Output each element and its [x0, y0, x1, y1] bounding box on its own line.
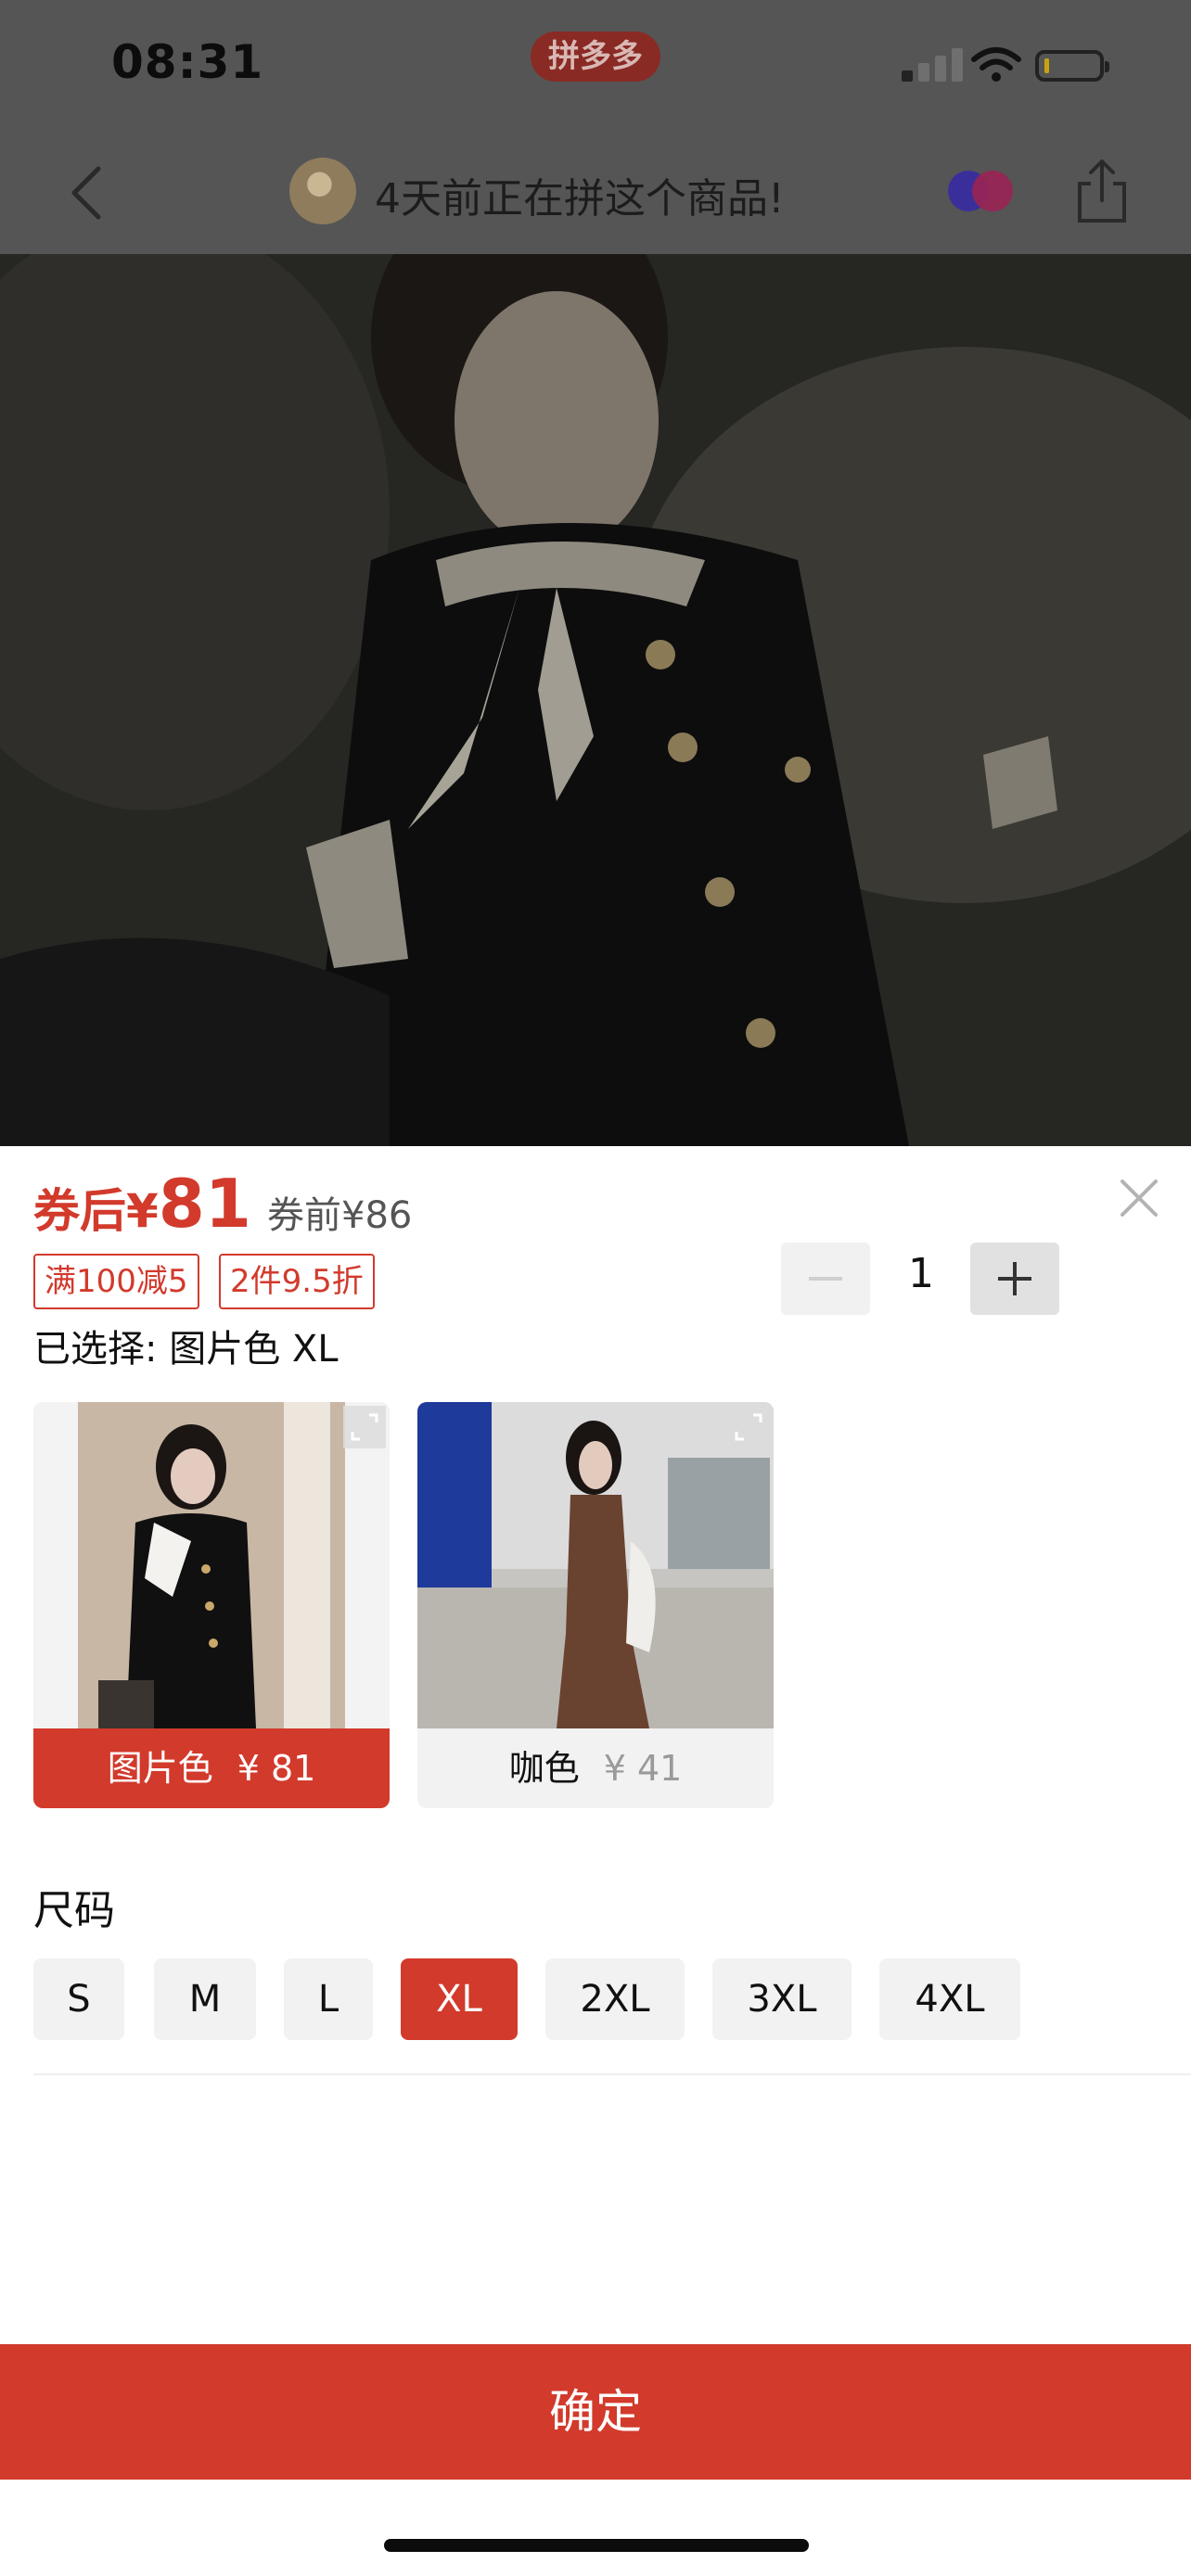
expand-icon[interactable] — [343, 1406, 386, 1448]
promo-tag: 2件9.5折 — [219, 1254, 375, 1309]
minus-icon — [809, 1277, 842, 1281]
variant-price: ¥ 41 — [603, 1748, 683, 1789]
variant-price: ¥ 81 — [237, 1748, 316, 1789]
sku-selector-sheet: 券后¥81 券前¥86 满100减5 2件9.5折 1 已选择: 图片色 XL — [0, 1146, 1191, 2576]
variant-thumbnail — [33, 1402, 390, 1728]
variant-name: 图片色 — [107, 1748, 213, 1789]
app-badge: 拼多多 — [531, 32, 660, 82]
status-bar: 08:31 拼多多 — [0, 0, 1191, 130]
status-time: 08:31 — [111, 35, 264, 89]
variant-label: 图片色 ¥ 81 — [33, 1728, 390, 1808]
size-option-2xl[interactable]: 2XL — [545, 1958, 685, 2040]
size-heading: 尺码 — [33, 1887, 115, 1934]
size-option-xl[interactable]: XL — [401, 1958, 518, 2040]
variant-option-picture-color[interactable]: 图片色 ¥ 81 — [33, 1402, 390, 1808]
wifi-icon — [971, 47, 1021, 82]
product-hero-image — [0, 254, 1191, 1146]
signal-bar — [935, 56, 946, 82]
share-icon[interactable] — [1072, 158, 1132, 224]
signal-bar — [952, 48, 963, 82]
promo-tag: 满100减5 — [33, 1254, 199, 1309]
confirm-button[interactable]: 确定 — [0, 2344, 1191, 2480]
page-title: 4天前正在拼这个商品! — [375, 175, 785, 223]
share-badge-icon[interactable] — [946, 165, 1015, 215]
nav-bar: 4天前正在拼这个商品! — [0, 130, 1191, 254]
battery-icon — [1035, 50, 1109, 82]
avatar — [289, 158, 356, 224]
price-prefix: 券后 — [33, 1184, 126, 1238]
signal-bar — [918, 63, 929, 82]
size-option-4xl[interactable]: 4XL — [879, 1958, 1020, 2040]
price-value: 81 — [158, 1165, 251, 1243]
home-indicator[interactable] — [384, 2539, 809, 2552]
size-option-3xl[interactable]: 3XL — [712, 1958, 852, 2040]
quantity-plus-button[interactable] — [970, 1243, 1059, 1315]
variant-name: 咖色 — [508, 1748, 580, 1789]
price-before-coupon: 券前¥86 — [267, 1194, 413, 1237]
expand-icon[interactable] — [727, 1406, 770, 1448]
variant-thumbnail — [417, 1402, 774, 1728]
signal-icon — [902, 70, 913, 82]
plus-icon — [998, 1262, 1031, 1295]
price-after-coupon: 券后¥81 — [33, 1165, 251, 1243]
hero-photo — [0, 254, 1191, 1146]
price-currency: ¥ — [126, 1184, 159, 1238]
variant-option-brown[interactable]: 咖色 ¥ 41 — [417, 1402, 774, 1808]
quantity-value: 1 — [908, 1250, 934, 1297]
size-option-m[interactable]: M — [154, 1958, 256, 2040]
dimmed-overlay[interactable]: 08:31 拼多多 4天前正在拼这个商品! — [0, 0, 1191, 1146]
back-icon[interactable] — [61, 163, 117, 223]
divider — [33, 2073, 1191, 2075]
selected-spec-text: 已选择: 图片色 XL — [33, 1328, 339, 1371]
size-option-l[interactable]: L — [284, 1958, 373, 2040]
close-icon[interactable] — [1117, 1176, 1161, 1220]
size-option-s[interactable]: S — [33, 1958, 124, 2040]
quantity-minus-button[interactable] — [781, 1243, 870, 1315]
variant-label: 咖色 ¥ 41 — [417, 1728, 774, 1808]
